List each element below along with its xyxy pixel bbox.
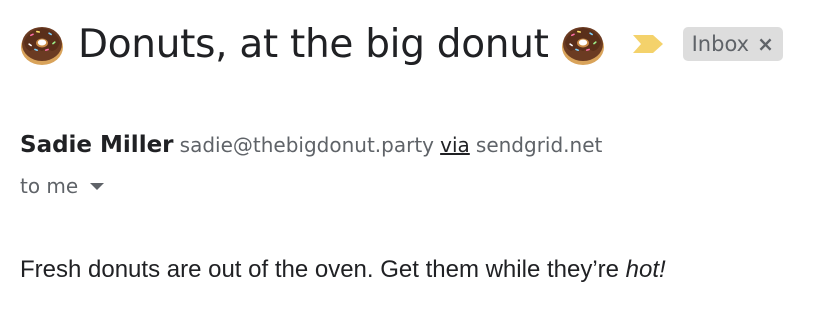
recipient-details-toggle[interactable]: to me — [20, 174, 105, 198]
importance-marker-icon[interactable] — [631, 33, 665, 55]
donut-icon — [559, 20, 607, 68]
donut-icon — [18, 20, 66, 68]
remove-label-button[interactable]: × — [757, 32, 774, 56]
sender-row: Sadie Miller sadie@thebigdonut.party via… — [20, 132, 602, 158]
message-text: Fresh donuts are out of the oven. Get th… — [20, 256, 626, 283]
inbox-label-text: Inbox — [691, 32, 750, 56]
message-emphasis: hot! — [625, 256, 666, 283]
subject-title: Donuts, at the big donut — [78, 21, 549, 67]
sender-email: sadie@thebigdonut.party — [179, 133, 434, 157]
message-body: Fresh donuts are out of the oven. Get th… — [20, 256, 666, 284]
email-view: Donuts, at the big donut Inbox × Sadie M… — [0, 0, 824, 314]
caret-down-icon[interactable] — [90, 182, 105, 190]
via-link[interactable]: via — [440, 133, 470, 157]
inbox-label-chip: Inbox × — [682, 27, 783, 61]
sender-name[interactable]: Sadie Miller — [20, 132, 174, 158]
via-domain: sendgrid.net — [475, 133, 603, 157]
subject-row: Donuts, at the big donut Inbox × — [18, 14, 783, 74]
recipient-label: to me — [20, 174, 79, 198]
